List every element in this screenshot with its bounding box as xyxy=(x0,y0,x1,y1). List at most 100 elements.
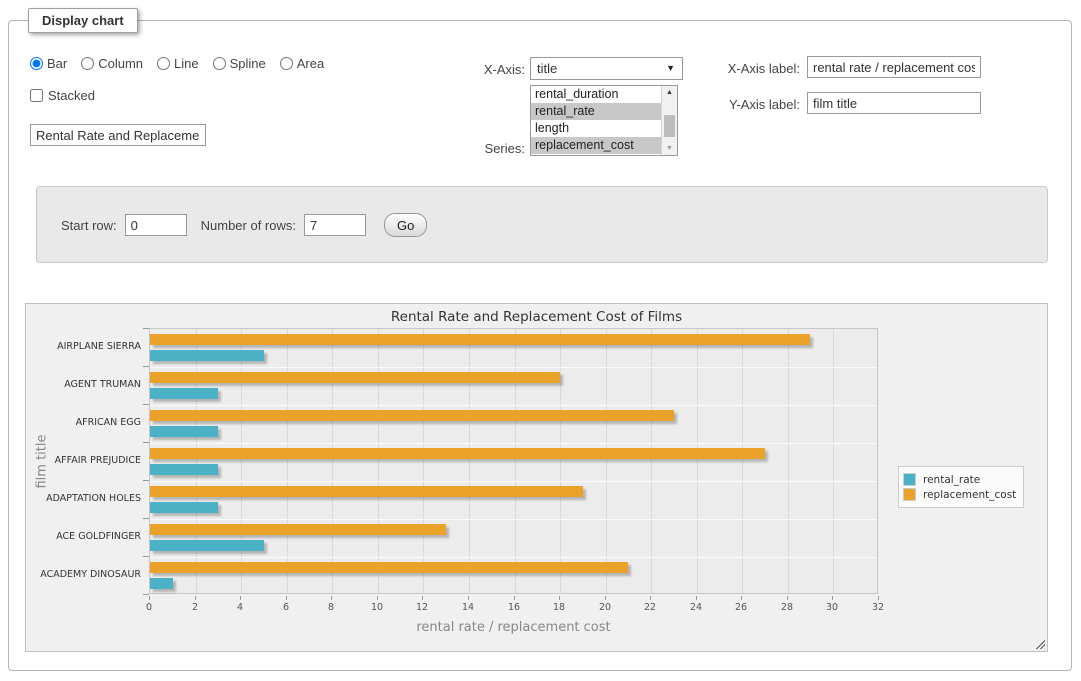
vertical-gridline xyxy=(560,329,561,593)
series-option-replacement_cost[interactable]: replacement_cost xyxy=(531,137,661,154)
horizontal-gridline xyxy=(150,367,877,368)
category-label: ACADEMY DINOSAUR xyxy=(29,569,141,580)
y-tick-mark xyxy=(143,556,149,557)
x-tick-label: 12 xyxy=(407,602,437,613)
x-axis-select[interactable]: title ▼ xyxy=(530,57,683,80)
bar-replacement_cost xyxy=(150,334,810,345)
y-tick-mark xyxy=(143,594,149,595)
fieldset-legend: Display chart xyxy=(28,8,138,33)
bar-rental_rate xyxy=(150,502,218,513)
vertical-gridline xyxy=(742,329,743,593)
x-tick-label: 4 xyxy=(225,602,255,613)
horizontal-gridline xyxy=(150,519,877,520)
scroll-up-icon[interactable]: ▲ xyxy=(662,86,677,99)
chart-type-label: Column xyxy=(98,56,143,71)
x-tick-label: 18 xyxy=(544,602,574,613)
series-option-rental_rate[interactable]: rental_rate xyxy=(531,103,661,120)
x-axis-selected-value: title xyxy=(537,61,557,76)
page: Display chart Bar Column Line Spline Area St… xyxy=(0,0,1081,681)
chart-type-option-column[interactable]: Column xyxy=(81,56,143,71)
x-tick-mark xyxy=(878,596,879,600)
bar-replacement_cost xyxy=(150,448,765,459)
category-label: AFRICAN EGG xyxy=(29,417,141,428)
go-button[interactable]: Go xyxy=(384,213,427,237)
legend-entry-rental_rate: rental_rate xyxy=(903,473,1016,486)
x-tick-label: 16 xyxy=(499,602,529,613)
y-tick-mark xyxy=(143,518,149,519)
x-axis-label-caption: X-Axis label: xyxy=(700,61,800,76)
y-axis-label-caption: Y-Axis label: xyxy=(700,97,800,112)
stacked-checkbox[interactable] xyxy=(30,89,43,102)
vertical-gridline xyxy=(196,329,197,593)
stacked-label: Stacked xyxy=(48,88,95,103)
x-tick-label: 20 xyxy=(590,602,620,613)
chart-type-option-area[interactable]: Area xyxy=(280,56,324,71)
vertical-gridline xyxy=(788,329,789,593)
x-tick-mark xyxy=(468,596,469,600)
x-tick-label: 2 xyxy=(180,602,210,613)
x-tick-label: 24 xyxy=(681,602,711,613)
dropdown-arrow-icon: ▼ xyxy=(666,63,675,73)
chart-type-radio-bar[interactable] xyxy=(30,57,43,70)
category-label: AFFAIR PREJUDICE xyxy=(29,455,141,466)
series-option-rental_duration[interactable]: rental_duration xyxy=(531,86,661,103)
chart-type-radio-column[interactable] xyxy=(81,57,94,70)
row-range-panel: Start row: Number of rows: Go xyxy=(36,186,1048,263)
x-tick-mark xyxy=(149,596,150,600)
start-row-label: Start row: xyxy=(61,218,117,233)
series-option-length[interactable]: length xyxy=(531,120,661,137)
x-tick-mark xyxy=(605,596,606,600)
x-tick-mark xyxy=(240,596,241,600)
horizontal-gridline xyxy=(150,481,877,482)
scroll-down-icon[interactable]: ▼ xyxy=(662,142,677,155)
y-tick-mark xyxy=(143,328,149,329)
x-tick-label: 26 xyxy=(726,602,756,613)
x-tick-mark xyxy=(696,596,697,600)
chart-type-radio-area[interactable] xyxy=(280,57,293,70)
stacked-row: Stacked xyxy=(30,88,95,103)
chart-type-radio-spline[interactable] xyxy=(213,57,226,70)
x-tick-mark xyxy=(195,596,196,600)
start-row-input[interactable] xyxy=(125,214,187,236)
bar-replacement_cost xyxy=(150,524,446,535)
y-tick-mark xyxy=(143,404,149,405)
category-label: ACE GOLDFINGER xyxy=(29,531,141,542)
vertical-gridline xyxy=(378,329,379,593)
y-axis-label-input[interactable] xyxy=(807,92,981,114)
legend-entry-replacement_cost: replacement_cost xyxy=(903,488,1016,501)
horizontal-gridline xyxy=(150,557,877,558)
x-tick-mark xyxy=(787,596,788,600)
legend-label: replacement_cost xyxy=(923,489,1016,501)
bar-rental_rate xyxy=(150,388,218,399)
chart-legend: rental_rate replacement_cost xyxy=(898,466,1024,508)
x-tick-mark xyxy=(650,596,651,600)
chart-type-option-spline[interactable]: Spline xyxy=(213,56,266,71)
chart-type-label: Line xyxy=(174,56,199,71)
bar-replacement_cost xyxy=(150,410,674,421)
chart-type-label: Area xyxy=(297,56,324,71)
chart-type-option-bar[interactable]: Bar xyxy=(30,56,67,71)
bar-replacement_cost xyxy=(150,486,583,497)
vertical-gridline xyxy=(515,329,516,593)
scrollbar-thumb[interactable] xyxy=(664,115,675,137)
vertical-gridline xyxy=(241,329,242,593)
x-tick-mark xyxy=(514,596,515,600)
chart-title-input[interactable] xyxy=(30,124,206,146)
resize-handle-icon[interactable] xyxy=(1034,638,1045,649)
series-listbox[interactable]: rental_durationrental_ratelengthreplacem… xyxy=(530,85,678,156)
bar-rental_rate xyxy=(150,350,264,361)
bar-rental_rate xyxy=(150,578,173,589)
number-of-rows-input[interactable] xyxy=(304,214,366,236)
vertical-gridline xyxy=(287,329,288,593)
legend-label: rental_rate xyxy=(923,474,980,486)
x-axis-label-input[interactable] xyxy=(807,56,981,78)
x-tick-label: 30 xyxy=(817,602,847,613)
category-label: ADAPTATION HOLES xyxy=(29,493,141,504)
x-tick-mark xyxy=(331,596,332,600)
chart-type-option-line[interactable]: Line xyxy=(157,56,199,71)
x-tick-label: 14 xyxy=(453,602,483,613)
vertical-gridline xyxy=(332,329,333,593)
chart-container: Rental Rate and Replacement Cost of Film… xyxy=(25,303,1048,652)
listbox-scrollbar[interactable]: ▲ ▼ xyxy=(661,86,677,155)
chart-type-radio-line[interactable] xyxy=(157,57,170,70)
